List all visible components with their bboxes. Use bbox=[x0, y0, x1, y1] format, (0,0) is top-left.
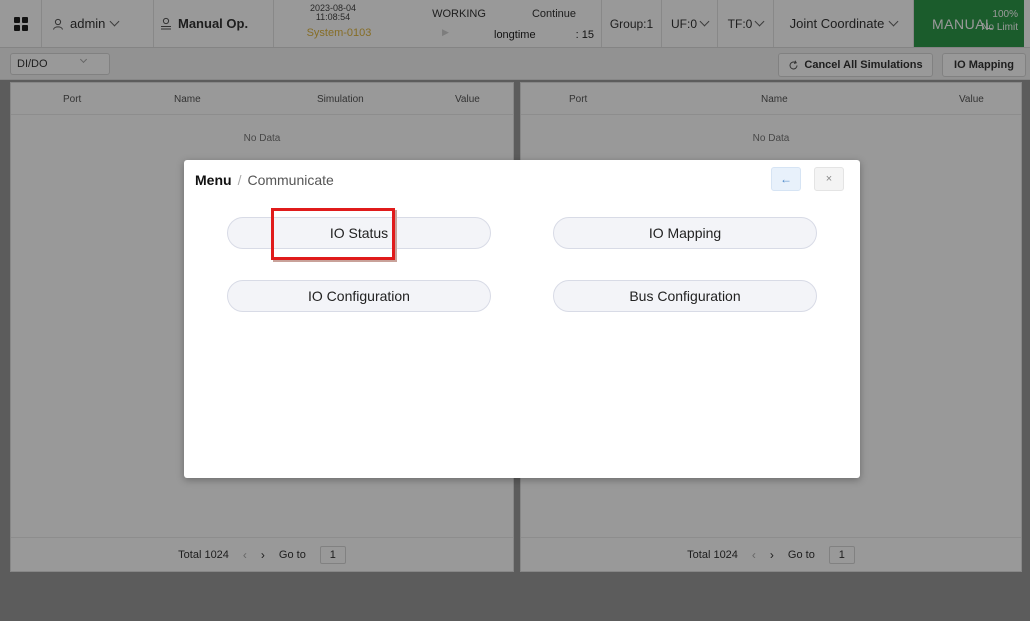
communicate-menu-dialog: Menu / Communicate ← × IO Status IO Mappin… bbox=[184, 160, 860, 478]
breadcrumb: Menu / Communicate bbox=[195, 172, 334, 188]
io-mapping-menu-label: IO Mapping bbox=[648, 225, 722, 241]
io-mapping-menu-button[interactable]: IO Mapping bbox=[553, 217, 817, 249]
bus-configuration-label: Bus Configuration bbox=[629, 288, 741, 304]
back-button[interactable]: ← bbox=[771, 167, 801, 191]
io-configuration-button[interactable]: IO Configuration bbox=[227, 280, 491, 312]
io-status-label: IO Status bbox=[329, 225, 389, 241]
bus-configuration-button[interactable]: Bus Configuration bbox=[553, 280, 817, 312]
close-button[interactable]: × bbox=[814, 167, 844, 191]
io-configuration-label: IO Configuration bbox=[308, 288, 410, 304]
close-icon: × bbox=[825, 173, 833, 185]
arrow-left-icon: ← bbox=[780, 172, 792, 186]
breadcrumb-current: Communicate bbox=[247, 172, 334, 188]
io-status-button[interactable]: IO Status bbox=[227, 217, 491, 249]
breadcrumb-separator: / bbox=[237, 172, 242, 188]
breadcrumb-root[interactable]: Menu bbox=[195, 172, 232, 188]
